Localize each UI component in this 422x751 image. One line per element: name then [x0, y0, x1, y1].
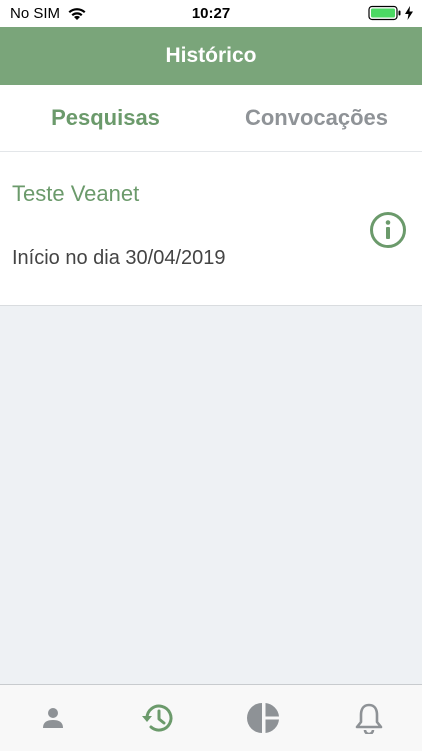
tab-notifications[interactable] — [316, 685, 421, 751]
tab-convocacoes-label: Convocações — [244, 105, 389, 130]
status-time: 10:27 — [191, 5, 231, 22]
tab-pesquisas[interactable]: Pesquisas — [0, 85, 211, 151]
info-icon[interactable] — [369, 211, 407, 249]
tab-strip: Pesquisas Convocações — [0, 85, 422, 235]
battery-icon — [368, 5, 401, 21]
tab-convocacoes[interactable]: Convocações — [211, 85, 422, 151]
history-icon — [141, 704, 172, 732]
pie-chart-icon — [246, 703, 279, 733]
bell-icon — [355, 703, 382, 734]
charging-icon — [405, 6, 413, 20]
tab-pesquisas-label: Pesquisas — [51, 105, 160, 130]
status-right — [368, 5, 414, 21]
nav-bar: Histórico — [0, 27, 422, 85]
tab-profile[interactable] — [0, 685, 105, 751]
list-item-subtitle: Início no dia 30/04/2019 — [12, 247, 226, 269]
profile-icon — [42, 708, 63, 728]
status-bar: No SIM 10:27 — [0, 0, 422, 27]
tab-stats[interactable] — [211, 685, 316, 751]
list-item[interactable]: Teste Veanet Início no dia 30/04/2019 — [0, 152, 422, 306]
bottom-tab-bar — [0, 684, 422, 751]
tab-history[interactable] — [105, 685, 210, 751]
list-item-title: Teste Veanet — [12, 181, 140, 206]
page-title: Histórico — [165, 44, 257, 67]
